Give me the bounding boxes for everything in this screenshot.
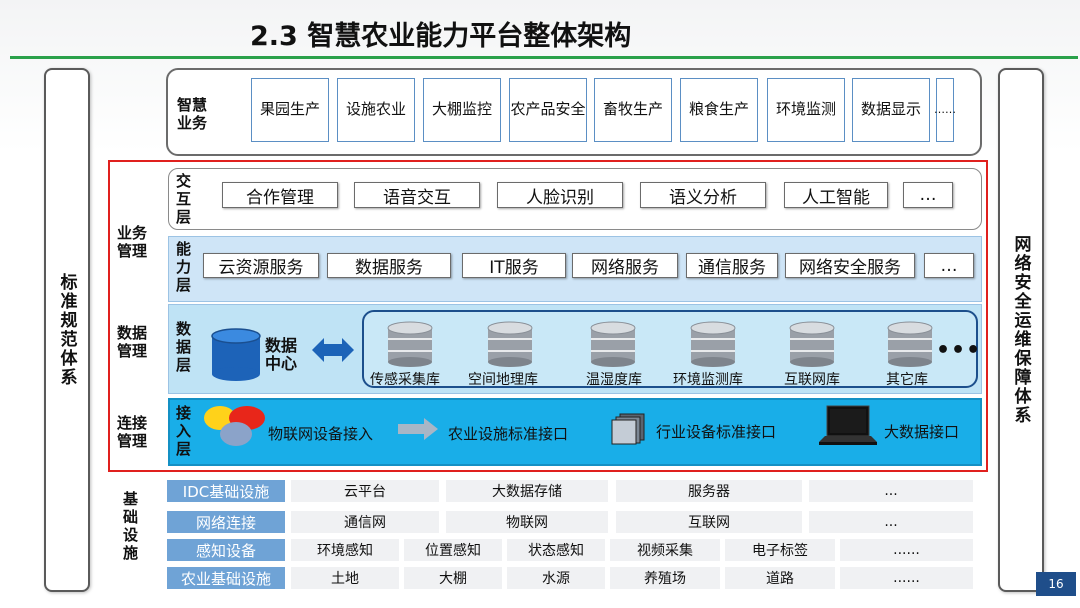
database-icon	[387, 321, 433, 367]
standards-column: 标准规范体系	[44, 68, 90, 592]
interaction-item: 合作管理	[222, 182, 338, 208]
capability-item: …	[924, 253, 974, 278]
connect-mgmt-label: 连接管理	[117, 414, 148, 450]
infra-cell: 视频采集	[610, 539, 720, 561]
infra-cell: 大棚	[404, 567, 502, 589]
database-label: 温湿度库	[586, 372, 642, 388]
industry-interface-text: 行业设备标准接口	[656, 423, 777, 441]
infra-cell: ...	[809, 480, 973, 502]
capability-item: 网络服务	[572, 253, 678, 278]
access-layer-label: 接入层	[176, 404, 192, 458]
interaction-layer-label: 交互层	[176, 172, 192, 226]
more-dots: •••	[936, 338, 982, 363]
infra-cell: 状态感知	[507, 539, 605, 561]
infra-cell: ...	[809, 511, 973, 533]
data-center-label: 数据中心	[265, 336, 298, 373]
data-center-icon	[211, 328, 261, 381]
security-label: 网络安全运维保障体系	[1010, 235, 1031, 425]
infra-cell: 服务器	[616, 480, 802, 502]
business-mgmt-label: 业务管理	[117, 224, 148, 260]
laptop-icon	[819, 405, 877, 445]
data-layer-label: 数据层	[176, 320, 192, 374]
smart-business-item: 设施农业	[337, 78, 415, 142]
infra-cell: ......	[840, 539, 973, 561]
infra-cell: 通信网	[291, 511, 439, 533]
data-mgmt-label: 数据管理	[117, 324, 148, 360]
iot-access-text: 物联网设备接入	[268, 425, 374, 443]
capability-item: 通信服务	[686, 253, 778, 278]
standards-label: 标准规范体系	[56, 273, 77, 387]
smart-business-item: 环境监测	[767, 78, 845, 142]
smart-business-item: 数据显示	[852, 78, 930, 142]
interaction-item: 语义分析	[640, 182, 766, 208]
page-number: 16	[1036, 572, 1076, 596]
smart-business-item: 果园生产	[251, 78, 329, 142]
infra-cell: 电子标签	[725, 539, 835, 561]
infra-cell: 水源	[507, 567, 605, 589]
infra-cell: 大数据存储	[446, 480, 608, 502]
bigdata-interface-text: 大数据接口	[884, 423, 960, 441]
smart-business-item: 畜牧生产	[594, 78, 672, 142]
smart-business-item: 农产品安全	[509, 78, 587, 142]
security-column: 网络安全运维保障体系	[998, 68, 1044, 592]
interaction-item: 人工智能	[784, 182, 888, 208]
interaction-item: …	[903, 182, 953, 208]
right-arrow-icon	[398, 418, 438, 440]
database-label: 空间地理库	[468, 372, 538, 388]
database-label: 互联网库	[784, 372, 840, 388]
agri-interface-text: 农业设施标准接口	[448, 425, 569, 443]
bidirectional-arrow-icon	[312, 338, 354, 362]
smart-business-item: ……	[934, 78, 956, 142]
infra-row-header: IDC基础设施	[167, 480, 285, 502]
database-icon	[887, 321, 933, 367]
database-label: 其它库	[886, 372, 928, 388]
infra-cell: 土地	[291, 567, 399, 589]
infra-row-header: 网络连接	[167, 511, 285, 533]
database-icon	[690, 321, 736, 367]
infra-cell: 互联网	[616, 511, 802, 533]
smart-business-item: 粮食生产	[680, 78, 758, 142]
device-stack-icon	[611, 413, 645, 445]
capability-layer-label: 能力层	[176, 240, 192, 294]
capability-item: IT服务	[462, 253, 566, 278]
interaction-item: 语音交互	[354, 182, 480, 208]
infra-cell: 养殖场	[610, 567, 720, 589]
database-icon	[487, 321, 533, 367]
infra-row-header: 感知设备	[167, 539, 285, 561]
database-icon	[789, 321, 835, 367]
infra-cell: 位置感知	[404, 539, 502, 561]
infra-cell: 物联网	[446, 511, 608, 533]
infra-row-header: 农业基础设施	[167, 567, 285, 589]
infra-cell: 云平台	[291, 480, 439, 502]
capability-item: 云资源服务	[203, 253, 319, 278]
page-title: 2.3 智慧农业能力平台整体架构	[250, 21, 632, 52]
title-divider	[10, 56, 1078, 59]
database-label: 传感采集库	[370, 372, 440, 388]
interaction-item: 人脸识别	[497, 182, 623, 208]
capability-item: 数据服务	[327, 253, 451, 278]
smart-business-item: 大棚监控	[423, 78, 501, 142]
database-label: 环境监测库	[673, 372, 743, 388]
infra-cell: 道路	[725, 567, 835, 589]
iot-devices-icon	[204, 406, 265, 446]
capability-item: 网络安全服务	[785, 253, 915, 278]
infra-label: 基础设施	[123, 490, 139, 562]
database-icon	[590, 321, 636, 367]
infra-cell: 环境感知	[291, 539, 399, 561]
smart-business-label: 智慧业务	[177, 96, 208, 132]
infra-cell: ......	[840, 567, 973, 589]
